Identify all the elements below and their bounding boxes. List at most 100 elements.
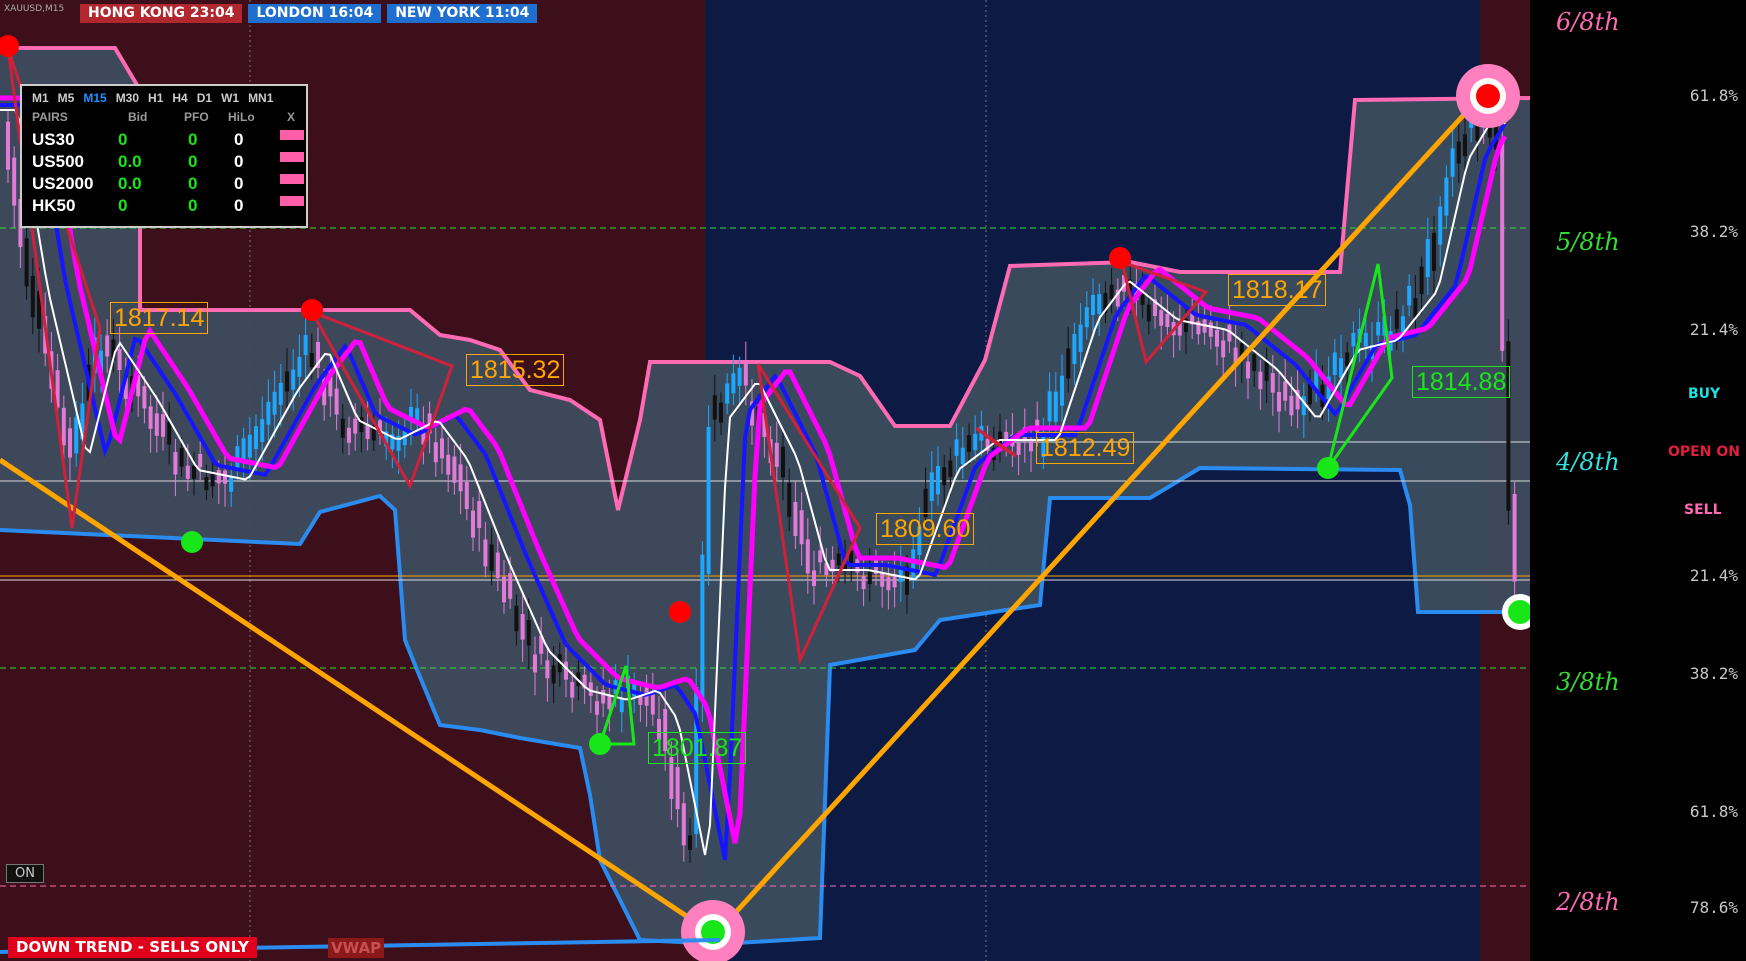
candle-body (1047, 391, 1052, 422)
candle-body (1159, 310, 1164, 326)
candle-body (167, 422, 172, 445)
on-toggle-button[interactable]: ON (6, 864, 44, 883)
candle-body (781, 446, 785, 478)
candle-body (619, 698, 624, 713)
candle-body (483, 539, 488, 567)
hdr-pairs: PAIRS (32, 110, 68, 124)
pair-hilo: 0 (234, 196, 244, 215)
candle-body (105, 335, 110, 357)
candle-body (1264, 361, 1269, 381)
candle-body (204, 476, 209, 491)
candle-body (719, 402, 723, 423)
candle-body (545, 660, 550, 679)
candle-body (799, 510, 804, 545)
close-pair-button[interactable] (280, 174, 304, 184)
pair-bid: 0.0 (118, 174, 142, 193)
candle-body (30, 275, 35, 318)
candle-body (743, 361, 748, 386)
tf-h1[interactable]: H1 (148, 91, 163, 105)
swing-high-dot (301, 299, 323, 321)
candle-body (291, 369, 296, 390)
candle-body (502, 576, 506, 603)
candle-body (241, 438, 246, 462)
tf-mn1[interactable]: MN1 (248, 91, 273, 105)
octave-6-8: 6/8th (1556, 8, 1620, 36)
candle-body (787, 482, 792, 517)
fib-level: 21.4% (1689, 320, 1738, 339)
price-label: 1809.60 (876, 513, 975, 545)
sell-signal-label: SELL (1684, 502, 1722, 518)
chart-area[interactable]: XAUUSD,M15 HONG KONG 23:04 LONDON 16:04 … (0, 0, 1530, 961)
close-pair-button[interactable] (280, 130, 304, 140)
candle-body (1016, 442, 1021, 455)
candle-body (1165, 313, 1170, 328)
tf-w1[interactable]: W1 (221, 91, 239, 105)
fib-level: 38.2% (1689, 664, 1738, 683)
candle-body (1351, 332, 1356, 347)
candle-body (6, 121, 10, 170)
candle-body (260, 419, 265, 442)
candle-body (1438, 206, 1443, 245)
candle-body (1060, 375, 1064, 406)
candle-body (210, 473, 215, 487)
candle-body (1252, 354, 1257, 371)
candle-body (1500, 141, 1505, 351)
candle-body (452, 456, 457, 483)
candle-body (1425, 239, 1430, 278)
candle-body (508, 573, 513, 599)
candle-body (737, 367, 742, 386)
candle-body (309, 353, 314, 368)
table-row: US2000 0.0 0 0 (32, 174, 304, 194)
candle-body (1221, 340, 1226, 358)
candle-body (731, 373, 736, 394)
price-label: 1812.49 (1036, 432, 1135, 464)
candle-body (948, 460, 953, 478)
close-pair-button[interactable] (280, 196, 304, 206)
candle-body (861, 575, 866, 590)
table-row: US500 0.0 0 0 (32, 152, 304, 172)
vwap-label: VWAP (328, 938, 385, 958)
candle-body (1091, 294, 1095, 315)
candle-body (675, 767, 680, 810)
candle-body (229, 476, 234, 492)
candle-body (68, 428, 72, 458)
candle-body (886, 577, 891, 591)
candle-body (74, 417, 79, 454)
candle-body (1345, 352, 1350, 366)
candle-body (1394, 309, 1399, 329)
candle-body (514, 605, 519, 632)
candle-body (334, 388, 339, 415)
tf-m15[interactable]: M15 (83, 91, 106, 105)
candle-body (836, 553, 841, 566)
price-label: 1801.87 (648, 732, 747, 764)
candle-body (1456, 141, 1461, 164)
candle-body (266, 401, 271, 425)
tf-d1[interactable]: D1 (197, 91, 212, 105)
candle-body (285, 371, 289, 392)
tf-h4[interactable]: H4 (172, 91, 187, 105)
candle-body (1072, 333, 1077, 364)
swing-low-dot (589, 733, 611, 755)
octave-3-8: 3/8th (1556, 668, 1620, 696)
candle-body (998, 431, 1002, 444)
candle-body (601, 689, 606, 704)
pairs-dashboard: M1 M5 M15 M30 H1 H4 D1 W1 MN1 PAIRS Bid … (20, 84, 308, 228)
candle-body (1413, 298, 1418, 318)
candle-body (272, 391, 277, 415)
swing-high-dot (669, 601, 691, 623)
candle-body (142, 386, 147, 409)
tf-m1[interactable]: M1 (32, 91, 49, 105)
fib-level: 61.8% (1689, 802, 1738, 821)
close-pair-button[interactable] (280, 152, 304, 162)
hdr-hilo: HiLo (228, 110, 255, 124)
tf-m30[interactable]: M30 (116, 91, 139, 105)
pair-bid: 0.0 (118, 152, 142, 171)
fib-level: 61.8% (1689, 86, 1738, 105)
candle-body (725, 383, 730, 404)
pair-hilo: 0 (234, 130, 244, 149)
tf-m5[interactable]: M5 (58, 91, 75, 105)
target-circle (1476, 84, 1500, 108)
octave-4-8: 4/8th (1556, 448, 1620, 476)
candle-body (1363, 332, 1368, 347)
candle-body (793, 501, 798, 536)
